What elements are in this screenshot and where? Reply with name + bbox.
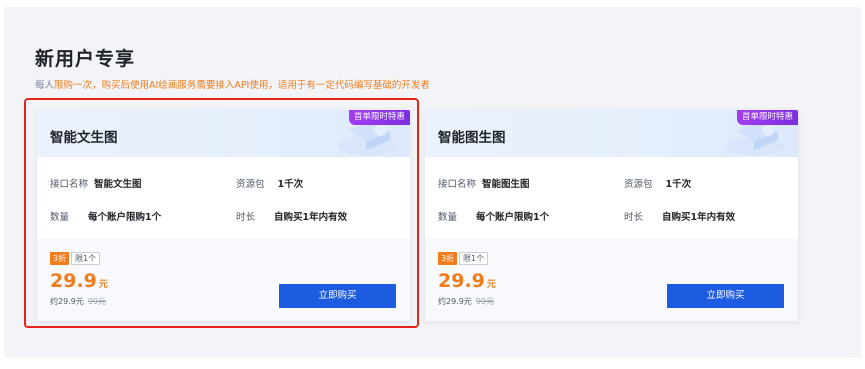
api-name-label: 接口名称 bbox=[438, 179, 477, 190]
api-name-value: 智能图生图 bbox=[482, 179, 530, 190]
price-value: 29.9 bbox=[438, 270, 485, 292]
section-subtitle: 每人限购一次，购买后使用AI绘画服务需要接入API使用，适用于有一定代码编写基础… bbox=[35, 77, 430, 91]
original-price: 99元 bbox=[475, 297, 494, 306]
duration-row: 时长 自购买1年内有效 bbox=[624, 209, 735, 223]
package-label: 资源包 bbox=[624, 179, 653, 190]
discount-tag: 3折 bbox=[438, 252, 458, 265]
price: 29.9 元 bbox=[438, 270, 496, 292]
highlight-frame bbox=[24, 98, 419, 328]
subtitle-highlight: 限购一次，购买后使用AI绘画服务需要接入API使用，适用于有一定代码编写基础的开… bbox=[54, 80, 430, 91]
duration-value: 自购买1年内有效 bbox=[662, 212, 736, 223]
promo-badge: 首单限时特惠 bbox=[736, 110, 798, 125]
limit-tag: 限1个 bbox=[459, 252, 489, 265]
api-name-row: 接口名称 智能图生图 bbox=[438, 176, 530, 190]
quantity-row: 数量 每个账户限购1个 bbox=[438, 209, 549, 223]
price-approx: 约29.9元 bbox=[438, 297, 472, 306]
package-value: 1千次 bbox=[665, 179, 692, 190]
price-unit: 元 bbox=[486, 280, 496, 290]
product-card-image-to-image: 智能图生图 首单限时特惠 接口名称 智能图生图 资源包 1千次 数量 每个账户限购1个… bbox=[425, 110, 798, 321]
duration-label: 时长 bbox=[624, 212, 644, 223]
section-title: 新用户专享 bbox=[35, 48, 136, 70]
buy-now-button[interactable]: 立即购买 bbox=[667, 284, 784, 308]
quantity-value: 每个账户限购1个 bbox=[476, 212, 550, 223]
subtitle-prefix: 每人 bbox=[35, 80, 55, 91]
card-header: 智能图生图 首单限时特惠 bbox=[425, 110, 798, 157]
package-row: 资源包 1千次 bbox=[624, 176, 691, 190]
card-title: 智能图生图 bbox=[438, 130, 506, 146]
price-detail: 约29.9元 99元 bbox=[438, 296, 494, 307]
quantity-label: 数量 bbox=[438, 212, 458, 223]
card-footer: 3折 限1个 29.9 元 约29.9元 99元 立即购买 bbox=[425, 238, 798, 321]
